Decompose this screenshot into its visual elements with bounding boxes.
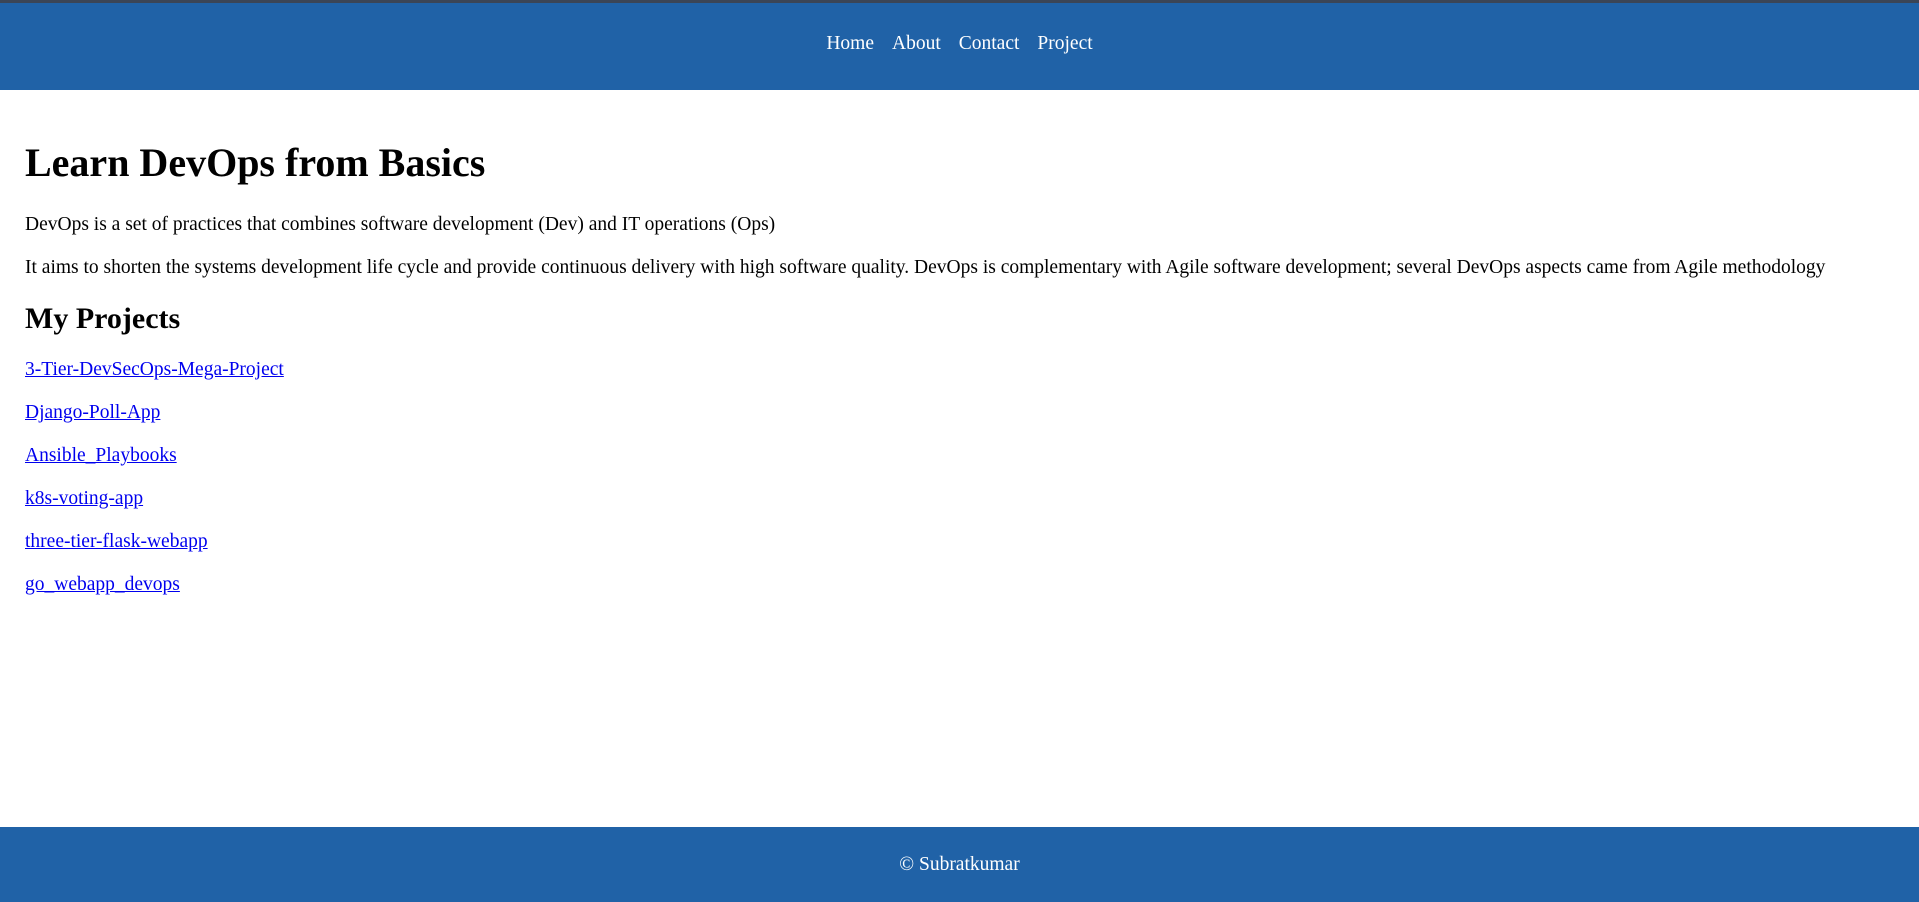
- list-item: Django-Poll-App: [25, 403, 1899, 446]
- project-link-three-tier-flask-webapp[interactable]: three-tier-flask-webapp: [25, 531, 208, 552]
- page-title: Learn DevOps from Basics: [25, 140, 486, 185]
- project-link-ansible-playbooks[interactable]: Ansible_Playbooks: [25, 445, 177, 466]
- main-nav: Home About Contact Project: [817, 33, 1101, 55]
- list-item: go_webapp_devops: [25, 575, 1899, 618]
- project-link-go-webapp-devops[interactable]: go_webapp_devops: [25, 574, 180, 595]
- list-item: 3-Tier-DevSecOps-Mega-Project: [25, 360, 1899, 403]
- description-paragraph: It aims to shorten the systems developme…: [25, 257, 1826, 279]
- projects-heading: My Projects: [25, 301, 181, 335]
- main-content: Learn DevOps from Basics DevOps is a set…: [25, 90, 1899, 618]
- nav-link-home[interactable]: Home: [817, 33, 883, 55]
- list-item: Ansible_Playbooks: [25, 446, 1899, 489]
- site-footer: © Subratkumar: [0, 827, 1919, 902]
- project-link-3-tier-devsecops[interactable]: 3-Tier-DevSecOps-Mega-Project: [25, 359, 284, 380]
- project-link-django-poll-app[interactable]: Django-Poll-App: [25, 402, 160, 423]
- footer-copyright: © Subratkumar: [899, 853, 1020, 875]
- site-header: Home About Contact Project: [0, 3, 1919, 90]
- nav-link-about[interactable]: About: [883, 33, 950, 55]
- page: Home About Contact Project Learn DevOps …: [0, 0, 1919, 902]
- list-item: k8s-voting-app: [25, 489, 1899, 532]
- list-item: three-tier-flask-webapp: [25, 532, 1899, 575]
- nav-link-contact[interactable]: Contact: [950, 33, 1029, 55]
- project-link-k8s-voting-app[interactable]: k8s-voting-app: [25, 488, 143, 509]
- project-list: 3-Tier-DevSecOps-Mega-Project Django-Pol…: [25, 360, 1899, 618]
- nav-link-project[interactable]: Project: [1028, 33, 1101, 55]
- intro-paragraph: DevOps is a set of practices that combin…: [25, 214, 776, 235]
